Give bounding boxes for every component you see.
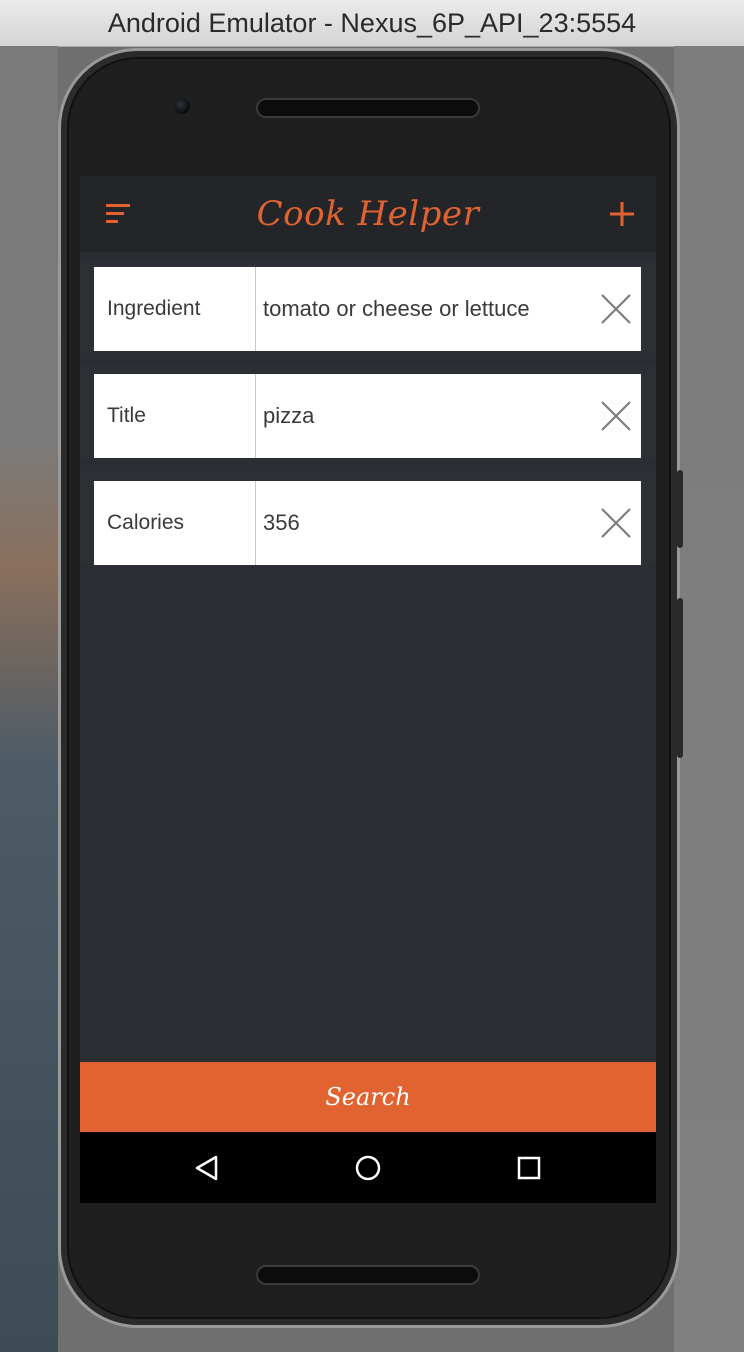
desktop-background-left <box>0 46 58 1352</box>
android-nav-bar <box>80 1132 656 1203</box>
close-icon[interactable] <box>599 399 633 433</box>
filter-value-input[interactable]: tomato or cheese or lettuce <box>256 267 599 351</box>
close-icon[interactable] <box>599 506 633 540</box>
filter-label: Calories <box>94 481 256 565</box>
filter-row: Ingredient tomato or cheese or lettuce <box>80 258 656 352</box>
filter-label: Ingredient <box>94 267 256 351</box>
search-button[interactable]: Search <box>80 1062 656 1132</box>
bottom-speaker <box>256 1265 480 1285</box>
power-button[interactable] <box>677 598 683 758</box>
app-title: Cook Helper <box>256 194 480 234</box>
plus-icon[interactable] <box>608 200 636 228</box>
filter-field-calories: Calories 356 <box>94 481 641 565</box>
home-circle-icon[interactable] <box>352 1152 384 1184</box>
emulator-window-title: Android Emulator - Nexus_6P_API_23:5554 <box>0 0 744 47</box>
filter-value-input[interactable]: 356 <box>256 481 599 565</box>
close-icon[interactable] <box>599 292 633 326</box>
menu-icon[interactable] <box>106 203 132 225</box>
front-camera <box>174 98 190 114</box>
top-speaker <box>256 98 480 118</box>
filter-value-input[interactable]: pizza <box>256 374 599 458</box>
app-screen: Cook Helper Ingredient tomato or cheese … <box>80 176 656 1203</box>
volume-button[interactable] <box>677 470 683 548</box>
back-triangle-icon[interactable] <box>191 1152 223 1184</box>
desktop-background-right <box>674 46 744 1352</box>
filter-row: Title pizza <box>80 365 656 459</box>
app-bar: Cook Helper <box>80 176 656 252</box>
filter-label: Title <box>94 374 256 458</box>
recents-square-icon[interactable] <box>513 1152 545 1184</box>
filter-field-title: Title pizza <box>94 374 641 458</box>
filter-row: Calories 356 <box>80 472 656 566</box>
filter-field-ingredient: Ingredient tomato or cheese or lettuce <box>94 267 641 351</box>
